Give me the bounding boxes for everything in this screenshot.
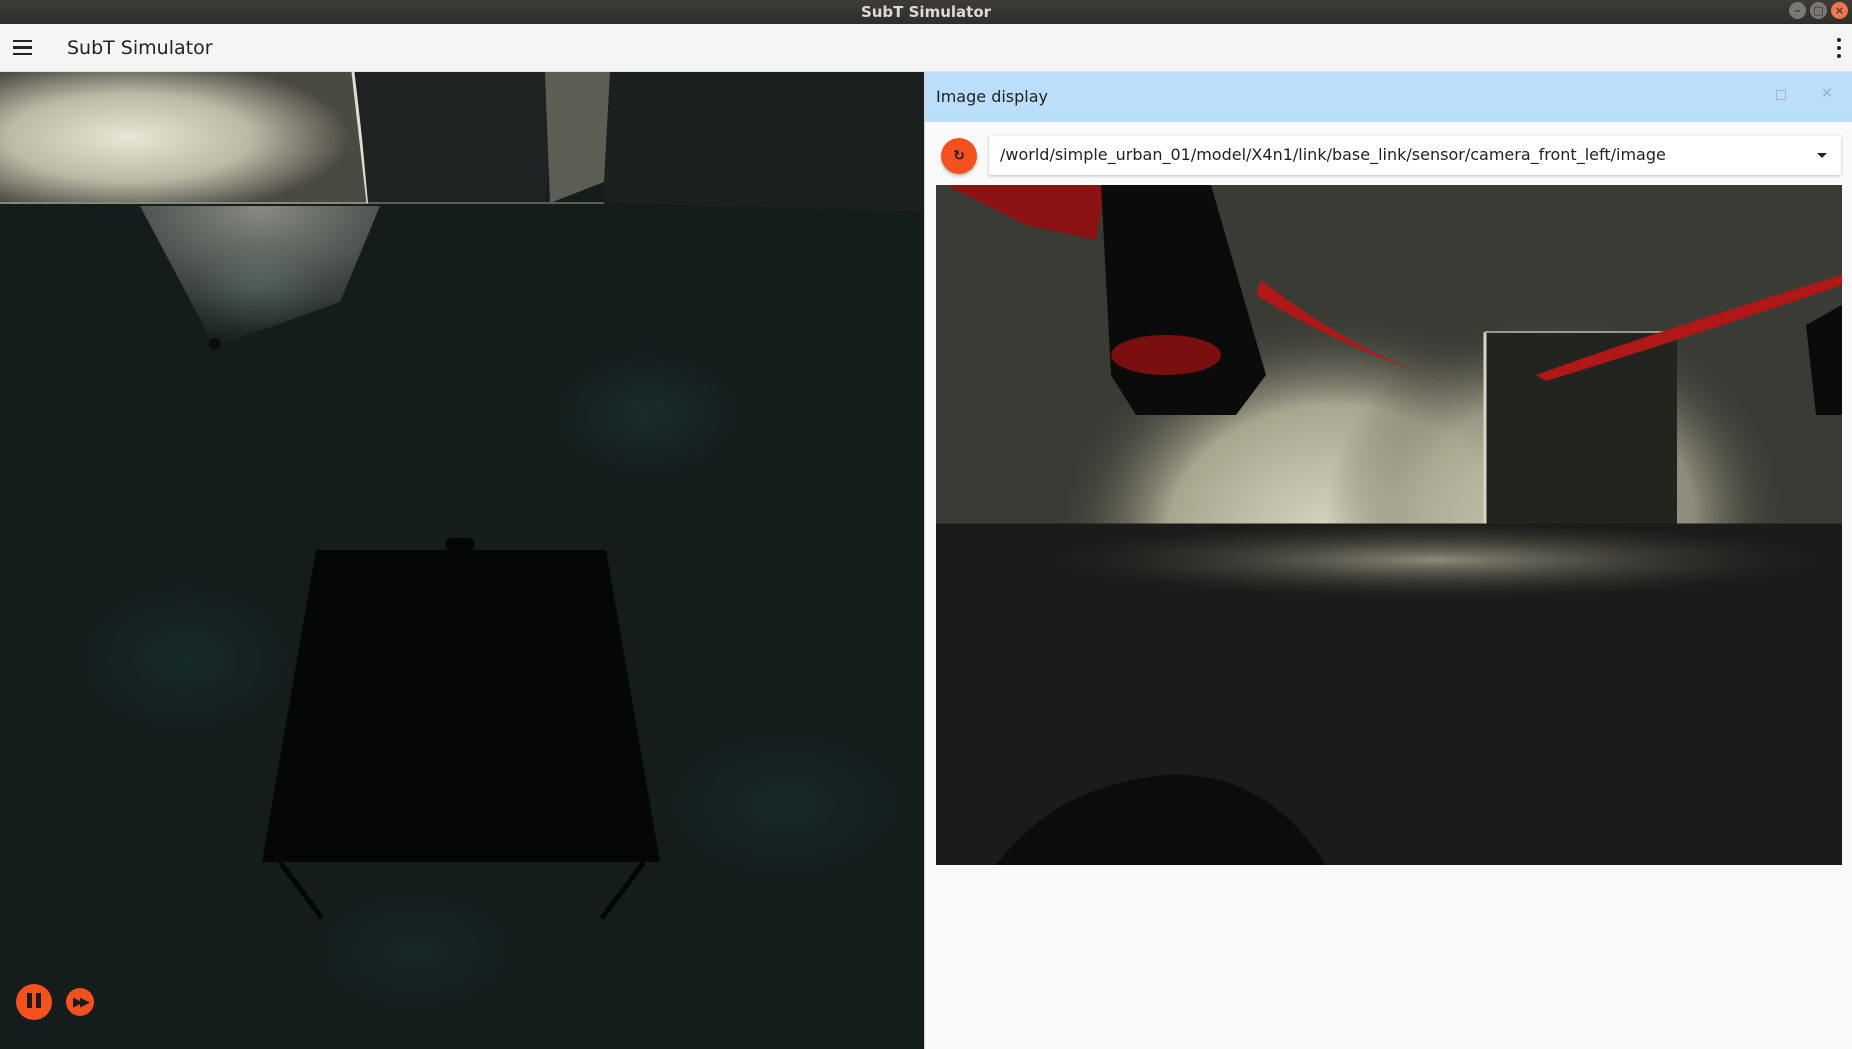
arrow-drop-down-icon[interactable]	[1817, 153, 1827, 158]
scene-render	[0, 72, 924, 920]
scene-3d-viewport[interactable]: ▶▶	[0, 72, 924, 1049]
camera-image-render	[936, 185, 1842, 865]
pause-icon	[25, 992, 43, 1012]
panel-title: Image display	[936, 87, 1049, 106]
play-pause-button[interactable]	[16, 984, 52, 1020]
window-close-button[interactable]: ×	[1831, 2, 1848, 19]
refresh-topics-button[interactable]: ↻	[941, 138, 977, 174]
window-minimize-button[interactable]: –	[1789, 2, 1806, 19]
maximize-panel-icon[interactable]	[1776, 90, 1786, 100]
topic-select[interactable]: /world/simple_urban_01/model/X4n1/link/b…	[989, 136, 1841, 175]
step-forward-button[interactable]: ▶▶	[66, 988, 94, 1016]
hamburger-menu-icon[interactable]	[13, 40, 32, 56]
app-bar: SubT Simulator	[0, 24, 1852, 72]
refresh-icon: ↻	[953, 148, 965, 164]
window-title: SubT Simulator	[860, 3, 992, 21]
more-vert-icon[interactable]	[1834, 36, 1844, 60]
topic-select-value: /world/simple_urban_01/model/X4n1/link/b…	[1000, 145, 1666, 164]
window-controls: – □ ×	[1789, 2, 1848, 19]
camera-image-view	[936, 185, 1842, 865]
fast-forward-icon: ▶▶	[73, 994, 90, 1010]
app-title: SubT Simulator	[67, 37, 213, 59]
window-titlebar: SubT Simulator – □ ×	[0, 0, 1852, 24]
close-panel-icon[interactable]: ✕	[1819, 85, 1835, 101]
window-maximize-button[interactable]: □	[1810, 2, 1827, 19]
panel-header: Image display ✕	[925, 72, 1852, 122]
image-display-panel: Image display ✕ ↻ /world/simple_urban_01…	[924, 72, 1852, 1049]
